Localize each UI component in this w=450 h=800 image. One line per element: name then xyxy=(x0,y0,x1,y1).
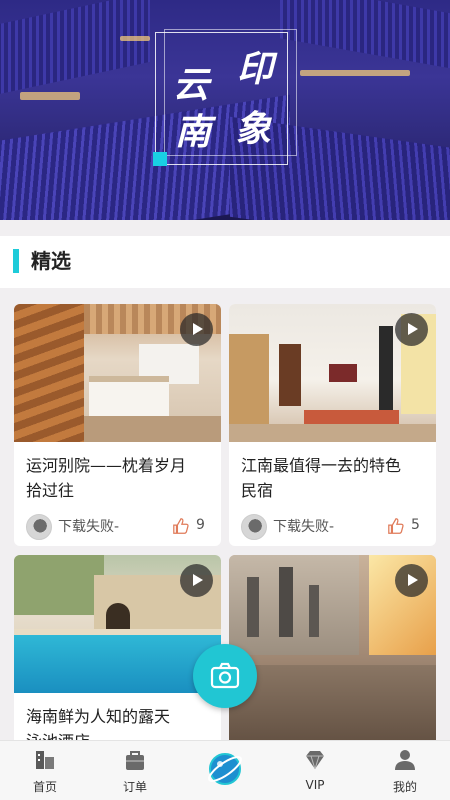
tower xyxy=(279,567,293,637)
card-meta: 下载失败- 5 xyxy=(241,514,426,540)
card-thumbnail[interactable] xyxy=(229,304,436,442)
floor xyxy=(84,416,221,442)
video-card[interactable]: 运河别院——枕着岁月 拾过往 下载失败- 9 xyxy=(14,304,221,546)
play-icon[interactable] xyxy=(180,564,213,597)
stove-pipe xyxy=(379,326,393,416)
nav-item-vip[interactable]: VIP xyxy=(270,741,360,800)
card-title[interactable]: 运河别院——枕着岁月 拾过往 xyxy=(26,453,211,503)
card-title-line: 民宿 xyxy=(241,481,274,500)
camera-icon xyxy=(210,662,240,689)
nav-item-profile[interactable]: 我的 xyxy=(360,741,450,800)
user-icon xyxy=(395,750,415,770)
avatar[interactable] xyxy=(26,514,52,540)
banner-roof xyxy=(280,0,450,72)
video-card[interactable]: 海南鲜为人知的露天 泳池酒店 xyxy=(14,555,221,755)
banner-light xyxy=(20,92,80,100)
banner-accent-square xyxy=(153,152,167,166)
card-meta: 下载失败- 9 xyxy=(26,514,211,540)
bag-icon xyxy=(126,751,144,770)
card-title[interactable]: 江南最值得一去的特色 民宿 xyxy=(241,453,426,503)
author-name: 下载失败- xyxy=(273,519,335,535)
nav-label: 订单 xyxy=(122,780,147,794)
banner-char: 象 xyxy=(235,108,272,150)
nav-label: 我的 xyxy=(392,780,417,794)
trees xyxy=(14,555,104,615)
like-count: 5 xyxy=(411,517,420,533)
banner-char: 印 xyxy=(237,48,274,90)
like-count: 9 xyxy=(196,517,205,533)
banner-char: 云 xyxy=(173,64,210,106)
card-title-line: 运河别院——枕着岁月 xyxy=(26,456,187,475)
card-thumbnail[interactable] xyxy=(14,555,221,693)
pool-edge xyxy=(14,629,221,635)
door xyxy=(279,344,301,406)
table xyxy=(304,410,399,424)
tower xyxy=(247,577,259,637)
section-accent-bar xyxy=(13,249,19,273)
video-card[interactable]: 江南最值得一去的特色 民宿 下载失败- 5 xyxy=(229,304,436,546)
card-thumbnail[interactable] xyxy=(229,555,436,755)
section-title: 精选 xyxy=(31,249,71,273)
video-card[interactable] xyxy=(229,555,436,755)
staircase xyxy=(14,304,84,442)
nav-item-home[interactable]: 首页 xyxy=(0,741,90,800)
tv xyxy=(329,364,357,382)
pool xyxy=(14,635,221,693)
tower xyxy=(309,585,319,637)
card-title-line: 江南最值得一去的特色 xyxy=(241,456,402,475)
banner-char: 南 xyxy=(175,111,212,153)
author-name: 下载失败- xyxy=(58,519,120,535)
play-icon[interactable] xyxy=(180,313,213,346)
floor xyxy=(229,424,436,442)
bed xyxy=(89,376,169,416)
play-icon[interactable] xyxy=(395,313,428,346)
thumbs-up-icon[interactable] xyxy=(172,517,190,535)
section-header: 精选 xyxy=(0,236,450,288)
banner-roof xyxy=(0,0,150,99)
planet-icon xyxy=(208,753,242,785)
nav-item-discover[interactable] xyxy=(180,741,270,800)
card-title-line: 拾过往 xyxy=(26,481,75,500)
bottom-nav: 首页 订单 VIP 我的 xyxy=(0,740,450,800)
nav-label: 首页 xyxy=(32,780,57,794)
hero-banner[interactable]: 云 南 印 象 xyxy=(0,0,450,220)
banner-light xyxy=(300,70,410,76)
nav-label: VIP xyxy=(305,778,325,792)
nav-item-orders[interactable]: 订单 xyxy=(90,741,180,800)
thumbs-up-icon[interactable] xyxy=(387,517,405,535)
home-icon xyxy=(36,751,54,769)
card-title-line: 海南鲜为人知的露天 xyxy=(26,707,171,726)
camera-fab[interactable] xyxy=(193,644,257,708)
avatar[interactable] xyxy=(241,514,267,540)
play-icon[interactable] xyxy=(395,564,428,597)
banner-light xyxy=(120,36,150,41)
diamond-icon xyxy=(306,751,324,770)
card-thumbnail[interactable] xyxy=(14,304,221,442)
